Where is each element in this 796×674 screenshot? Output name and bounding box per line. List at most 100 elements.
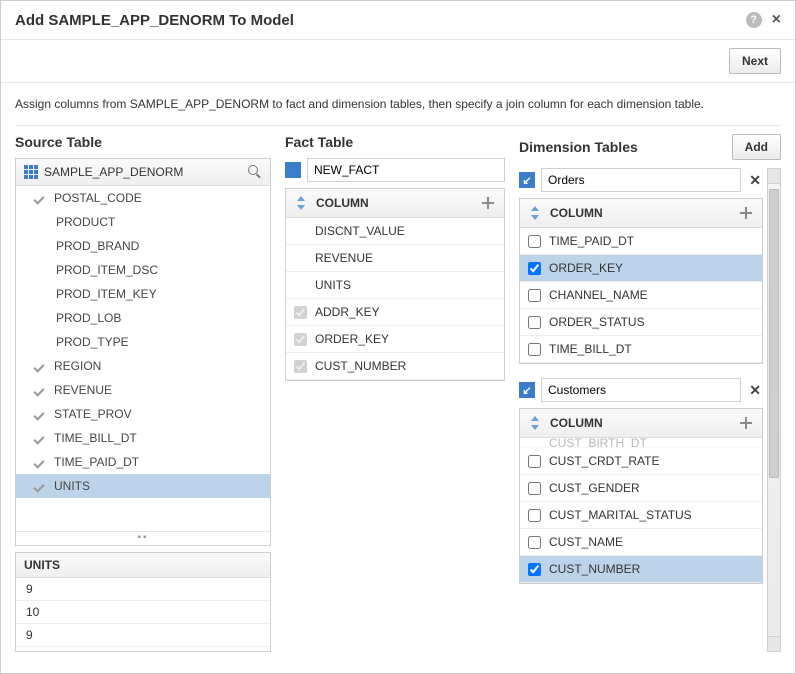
- join-checkbox[interactable]: [528, 316, 541, 329]
- add-dimension-button[interactable]: Add: [732, 134, 781, 160]
- sort-icon[interactable]: [294, 196, 308, 210]
- dimension-column-label: CHANNEL_NAME: [549, 288, 648, 302]
- dimension-column-label: CUST_GENDER: [549, 481, 640, 495]
- dialog-title: Add SAMPLE_APP_DENORM To Model: [15, 12, 746, 29]
- join-checkbox[interactable]: [294, 333, 307, 346]
- column-header: COLUMN: [550, 416, 730, 430]
- source-column-label: PROD_ITEM_DSC: [56, 263, 158, 277]
- add-column-icon[interactable]: [738, 415, 754, 431]
- fact-column-row[interactable]: DISCNT_VALUE: [286, 218, 504, 245]
- fact-column-label: UNITS: [315, 278, 351, 292]
- add-column-icon[interactable]: [738, 205, 754, 221]
- column-header: COLUMN: [316, 196, 472, 210]
- dimension-name-input[interactable]: [541, 378, 741, 402]
- source-column-row[interactable]: PROD_TYPE: [16, 330, 270, 354]
- preview-row: 10: [16, 601, 270, 624]
- fact-column-row[interactable]: ADDR_KEY: [286, 299, 504, 326]
- dimension-column-row[interactable]: TIME_BILL_DT: [520, 336, 762, 363]
- join-checkbox[interactable]: [528, 563, 541, 576]
- source-column-row[interactable]: TIME_BILL_DT: [16, 426, 270, 450]
- dimension-column-row[interactable]: CUST_NUMBER: [520, 556, 762, 583]
- source-column-label: UNITS: [54, 479, 90, 493]
- source-column-label: PRODUCT: [56, 215, 115, 229]
- join-checkbox[interactable]: [528, 509, 541, 522]
- section-title-fact: Fact Table: [285, 134, 353, 150]
- dimension-column-row[interactable]: CHANNEL_NAME: [520, 282, 762, 309]
- dimension-column-row[interactable]: CUST_CRDT_RATE: [520, 448, 762, 475]
- source-column-label: REVENUE: [54, 383, 112, 397]
- dimension-column-table: COLUMN CUST_BIRTH_DTCUST_CRDT_RATE CUST_GE…: [519, 408, 763, 584]
- fact-column-label: REVENUE: [315, 251, 373, 265]
- close-icon[interactable]: ×: [772, 11, 781, 29]
- fact-column-label: ORDER_KEY: [315, 332, 389, 346]
- source-column-row[interactable]: PRODUCT: [16, 210, 270, 234]
- dimension-block: ✕ COLUMN CUST_BIRTH_DTCUST_CRDT_RATE CUST_G…: [519, 378, 763, 584]
- fact-column-row[interactable]: CUST_NUMBER: [286, 353, 504, 380]
- resize-handle[interactable]: ▪▪: [16, 531, 270, 545]
- preview-panel: UNITS 9109: [15, 552, 271, 652]
- dimension-column-row[interactable]: CUST_MARITAL_STATUS: [520, 502, 762, 529]
- join-checkbox[interactable]: [528, 289, 541, 302]
- source-column-row[interactable]: PROD_ITEM_KEY: [16, 282, 270, 306]
- add-column-icon[interactable]: [480, 195, 496, 211]
- source-column-label: PROD_ITEM_KEY: [56, 287, 157, 301]
- source-column-row[interactable]: PROD_LOB: [16, 306, 270, 330]
- source-column-row[interactable]: PROD_BRAND: [16, 234, 270, 258]
- join-checkbox[interactable]: [528, 455, 541, 468]
- join-checkbox[interactable]: [294, 360, 307, 373]
- join-checkbox[interactable]: [528, 262, 541, 275]
- source-panel: SAMPLE_APP_DENORM POSTAL_CODE PRODUCT PROD…: [15, 158, 271, 546]
- fact-column-row[interactable]: UNITS: [286, 272, 504, 299]
- source-column-row[interactable]: TIME_PAID_DT: [16, 450, 270, 474]
- search-icon[interactable]: [248, 165, 262, 179]
- dimension-column-label: CUST_BIRTH_DT: [549, 438, 647, 448]
- dimension-column-row[interactable]: CUST_NAME: [520, 529, 762, 556]
- source-column-row[interactable]: REGION: [16, 354, 270, 378]
- sort-icon[interactable]: [528, 416, 542, 430]
- dimension-name-input[interactable]: [541, 168, 741, 192]
- scrollbar[interactable]: [767, 168, 781, 652]
- source-column-row[interactable]: UNITS: [16, 474, 270, 498]
- dialog-header: Add SAMPLE_APP_DENORM To Model ? ×: [1, 1, 795, 40]
- join-checkbox[interactable]: [294, 306, 307, 319]
- preview-values[interactable]: 9109: [16, 578, 270, 651]
- checkmark-icon: [32, 431, 46, 445]
- checkmark-icon: [32, 191, 46, 205]
- fact-name-input[interactable]: [307, 158, 505, 182]
- dimension-column-row[interactable]: ORDER_STATUS: [520, 309, 762, 336]
- join-checkbox[interactable]: [528, 343, 541, 356]
- fact-column-row[interactable]: REVENUE: [286, 245, 504, 272]
- source-table-name: SAMPLE_APP_DENORM: [44, 165, 242, 179]
- remove-dimension-icon[interactable]: ✕: [747, 172, 763, 189]
- checkmark-icon: [32, 407, 46, 421]
- dimension-column-row[interactable]: CUST_BIRTH_DT: [520, 438, 762, 448]
- dimension-column-label: CUST_NAME: [549, 535, 623, 549]
- dimension-column-label: ORDER_STATUS: [549, 315, 645, 329]
- source-column-list[interactable]: POSTAL_CODE PRODUCT PROD_BRAND PROD_ITEM_DS…: [16, 186, 270, 531]
- join-checkbox[interactable]: [528, 482, 541, 495]
- dimension-column-row[interactable]: ORDER_KEY: [520, 255, 762, 282]
- source-column-label: REGION: [54, 359, 101, 373]
- dimension-column-row[interactable]: TIME_PAID_DT: [520, 228, 762, 255]
- dialog-description: Assign columns from SAMPLE_APP_DENORM to…: [1, 83, 795, 125]
- source-column-label: POSTAL_CODE: [54, 191, 142, 205]
- next-button[interactable]: Next: [729, 48, 781, 74]
- dimension-column-label: CUST_NUMBER: [549, 562, 640, 576]
- dimension-column-row[interactable]: CUST_GENDER: [520, 475, 762, 502]
- join-checkbox[interactable]: [528, 235, 541, 248]
- dimension-column-label: TIME_BILL_DT: [549, 342, 632, 356]
- fact-column-label: ADDR_KEY: [315, 305, 380, 319]
- source-column-label: TIME_PAID_DT: [54, 455, 139, 469]
- source-column-row[interactable]: POSTAL_CODE: [16, 186, 270, 210]
- source-column-row[interactable]: PROD_ITEM_DSC: [16, 258, 270, 282]
- source-column-row[interactable]: STATE_PROV: [16, 402, 270, 426]
- checkmark-icon: [32, 479, 46, 493]
- remove-dimension-icon[interactable]: ✕: [747, 382, 763, 399]
- join-checkbox[interactable]: [528, 536, 541, 549]
- source-column-row[interactable]: REVENUE: [16, 378, 270, 402]
- scrollbar-thumb[interactable]: [769, 189, 779, 478]
- sort-icon[interactable]: [528, 206, 542, 220]
- fact-column-row[interactable]: ORDER_KEY: [286, 326, 504, 353]
- source-column-label: PROD_LOB: [56, 311, 121, 325]
- help-icon[interactable]: ?: [746, 12, 762, 28]
